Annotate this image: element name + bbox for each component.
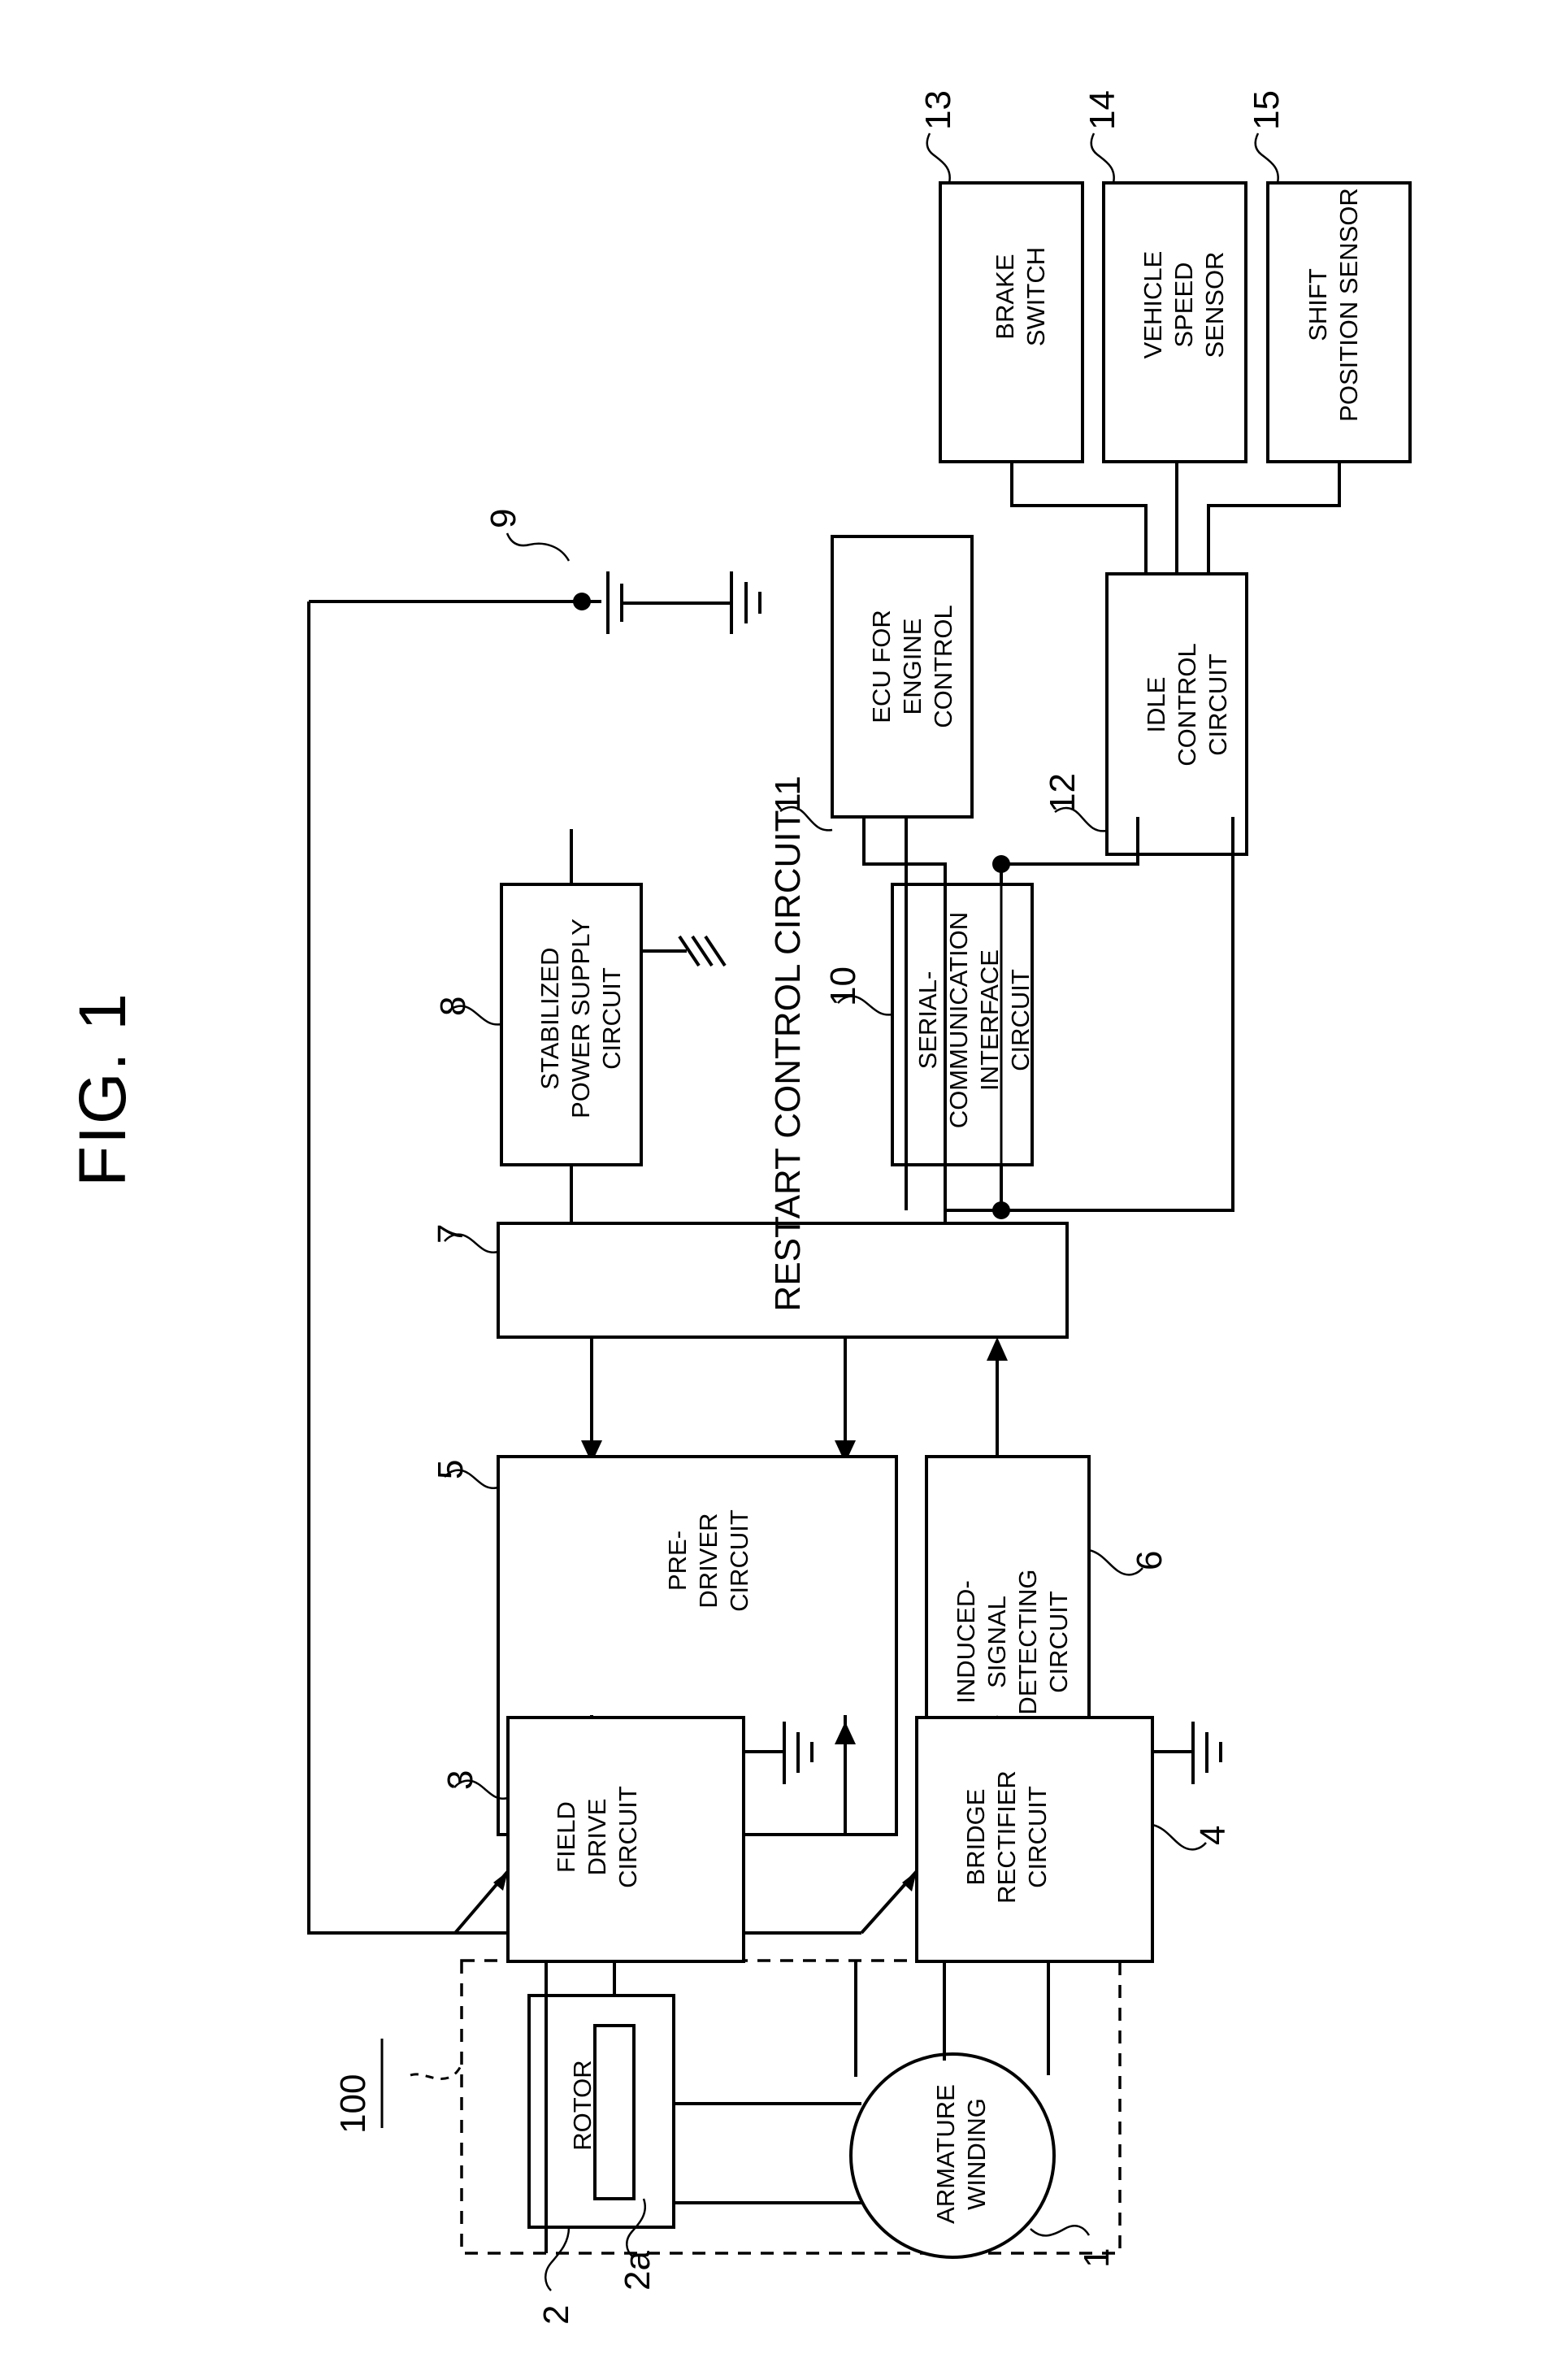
ref-2-leader <box>545 2226 571 2291</box>
serial-label-line4: CIRCUIT <box>1006 969 1035 1071</box>
ref-9-number: 9 <box>484 508 523 528</box>
wire-brake-to-idle <box>1010 462 1148 574</box>
field-winding-box[interactable] <box>593 2024 636 2200</box>
predriver-label-line1: PRE- <box>663 1530 692 1592</box>
ref-4-number: 4 <box>1193 1825 1233 1845</box>
shift-position-label-line1: SHIFT <box>1304 268 1332 341</box>
ref-8-number: 8 <box>433 996 473 1016</box>
vehicle-speed-label-line3: SENSOR <box>1200 251 1229 358</box>
ref-11-number: 11 <box>768 775 808 813</box>
restart-control-label: RESTART CONTROL CIRCUIT <box>768 810 808 1312</box>
predriver-label-line2: DRIVER <box>694 1513 722 1609</box>
bridge-label-line1: BRIDGE <box>961 1788 990 1886</box>
ecu-label-line1: ECU FOR <box>867 610 896 723</box>
psu-label-line1: STABILIZED <box>536 947 564 1090</box>
brake-switch-label-line2: SWITCH <box>1022 246 1050 347</box>
arrowhead-bridge-rect <box>902 1871 917 1891</box>
arrowhead-restart-in <box>987 1337 1008 1361</box>
ref-5-number: 5 <box>431 1459 471 1479</box>
ecu-label-line3: CONTROL <box>929 605 957 728</box>
armature-label-line1: ARMATURE <box>931 2084 960 2224</box>
ecu-label-line2: ENGINE <box>898 618 926 715</box>
psu-label-line2: POWER SUPPLY <box>566 919 595 1118</box>
armature-label-line2: WINDING <box>962 2098 991 2210</box>
ref-100-leader <box>410 2064 463 2080</box>
ref-14-leader <box>1090 132 1115 184</box>
ref-2a-number: 2a <box>618 2251 657 2291</box>
ref-10-number: 10 <box>823 966 863 1006</box>
ref-1-leader <box>1030 2225 1091 2237</box>
ref-3-number: 3 <box>440 1770 480 1790</box>
ref-13-leader <box>926 132 951 184</box>
vehicle-speed-label-line1: VEHICLE <box>1139 250 1167 359</box>
serial-label-line2: COMMUNICATION <box>944 911 973 1129</box>
idle-label-line3: CIRCUIT <box>1204 654 1232 756</box>
field-drive-label-line1: FIELD <box>552 1801 580 1873</box>
psu-label-line3: CIRCUIT <box>597 967 626 1070</box>
ref-9-leader <box>505 532 571 562</box>
ref-14-number: 14 <box>1083 90 1122 130</box>
figure-title: FIG. 1 <box>66 992 140 1187</box>
ref-2-number: 2 <box>536 2304 576 2325</box>
patent-figure-sheet: FIG. 1 BRAKE SWITCH VEHICLE SPEED SENSOR… <box>0 0 1562 2380</box>
ref-6-number: 6 <box>1130 1550 1169 1570</box>
field-drive-label-line3: CIRCUIT <box>614 1786 642 1888</box>
wire-shift-to-idle <box>1207 462 1341 574</box>
serial-label-line3: INTERFACE <box>975 949 1004 1091</box>
ref-13-number: 13 <box>918 90 958 130</box>
bridge-label-line3: CIRCUIT <box>1023 1786 1052 1888</box>
rotor-label: ROTOR <box>568 2060 597 2151</box>
ref-15-number: 15 <box>1247 90 1286 130</box>
bridge-label-line2: RECTIFIER <box>992 1770 1021 1904</box>
ref-7-number: 7 <box>431 1223 471 1244</box>
shift-position-label-line2: POSITION SENSOR <box>1334 188 1363 422</box>
idle-label-line1: IDLE <box>1142 676 1170 733</box>
node-battery <box>573 593 591 610</box>
ref-15-leader <box>1254 132 1279 184</box>
ref-12-number: 12 <box>1043 773 1083 813</box>
ref-100-number: 100 <box>333 2074 373 2134</box>
predriver-label-line3: CIRCUIT <box>725 1509 753 1612</box>
brake-switch-label-line1: BRAKE <box>991 254 1019 340</box>
vehicle-speed-label-line2: SPEED <box>1169 262 1198 348</box>
idle-label-line2: CONTROL <box>1173 643 1201 767</box>
serial-label-line1: SERIAL- <box>913 971 942 1070</box>
field-drive-label-line2: DRIVE <box>583 1798 611 1876</box>
ref-1-number: 1 <box>1077 2248 1117 2268</box>
